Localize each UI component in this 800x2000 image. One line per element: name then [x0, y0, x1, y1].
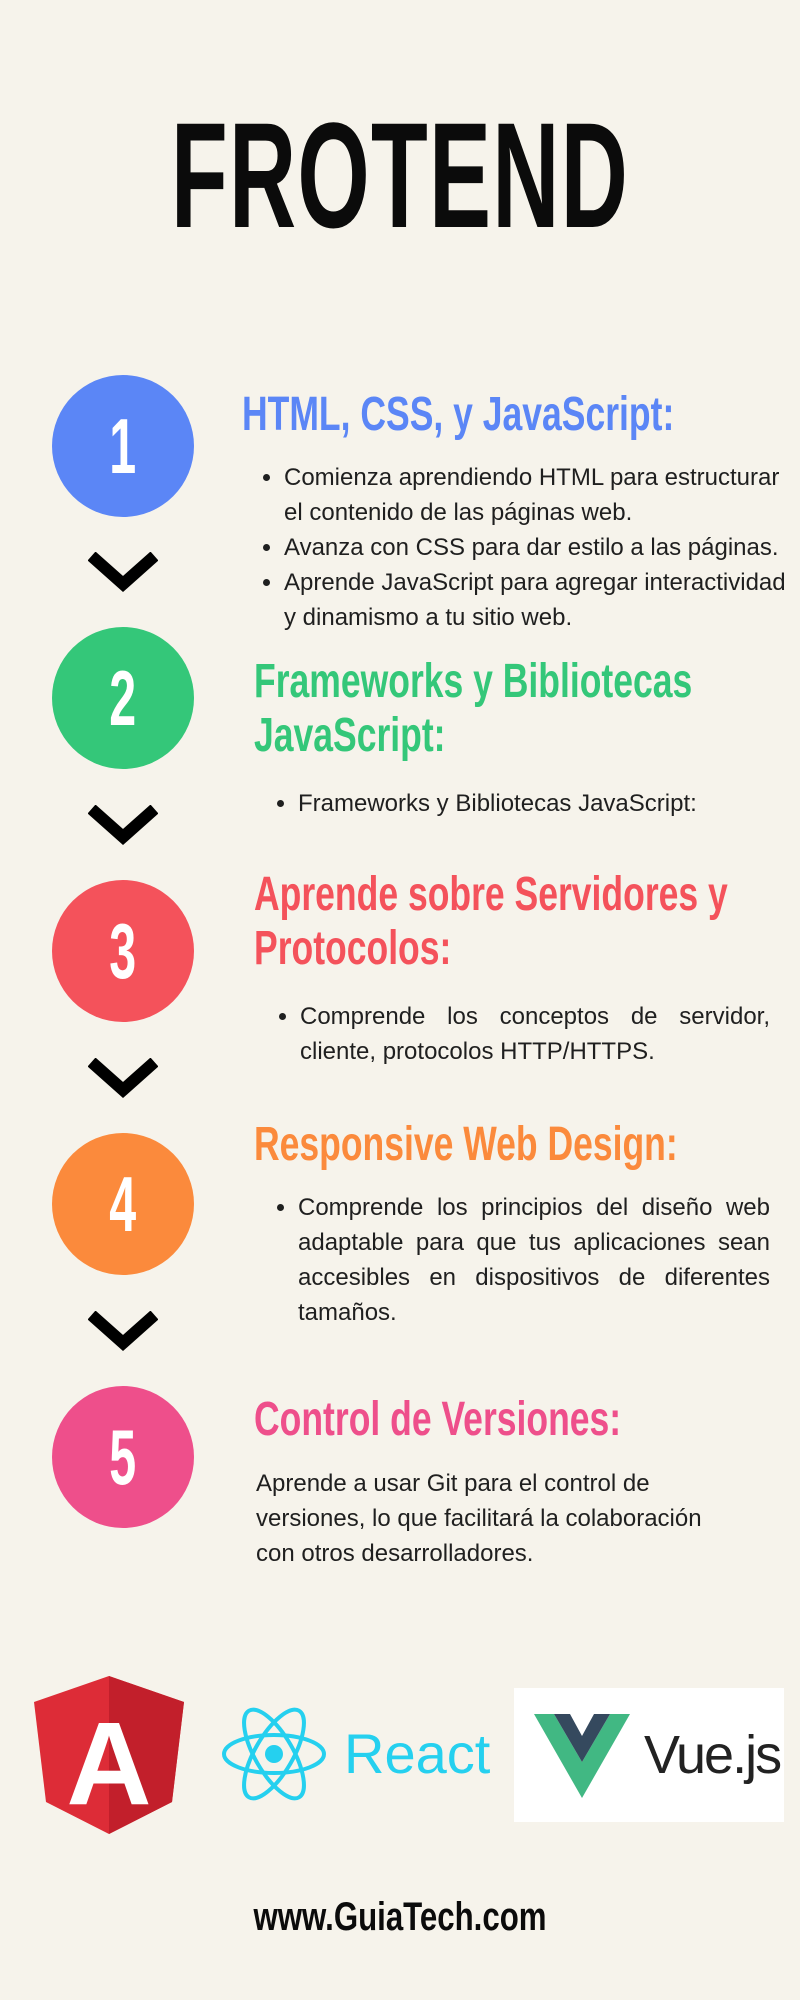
step-4-list: Comprende los principios del diseño web …: [276, 1190, 770, 1330]
step-3-heading-line1: Aprende sobre Servidores y: [254, 868, 728, 921]
react-logo-icon: [222, 1707, 326, 1801]
footer-website: www.GuiaTech.com: [253, 1895, 547, 1939]
step-2-heading: Frameworks y Bibliotecas JavaScript:: [254, 655, 692, 763]
step-4-number: 4: [109, 1160, 137, 1248]
step-1-number: 1: [109, 402, 137, 490]
angular-logo: A: [34, 1676, 184, 1834]
step-2-heading-line1: Frameworks y Bibliotecas: [254, 655, 693, 708]
list-item: Aprende JavaScript para agregar interact…: [284, 565, 800, 635]
chevron-down-icon: [88, 552, 158, 593]
step-3-list: Comprende los conceptos de servidor, cli…: [278, 999, 770, 1069]
step-2-heading-line2: JavaScript:: [254, 709, 446, 762]
step-3-heading: Aprende sobre Servidores y Protocolos:: [254, 868, 728, 976]
list-item: Frameworks y Bibliotecas JavaScript:: [298, 786, 798, 821]
chevron-down-icon: [88, 1311, 158, 1352]
step-5-paragraph: Aprende a usar Git para el control de ve…: [256, 1470, 702, 1567]
step-3-circle: 3: [52, 880, 194, 1022]
step-5-heading: Control de Versiones:: [254, 1393, 622, 1446]
chevron-down-icon: [88, 805, 158, 846]
list-item: Avanza con CSS para dar estilo a las pág…: [284, 530, 800, 565]
step-1-circle: 1: [52, 375, 194, 517]
step-2-circle: 2: [52, 627, 194, 769]
step-5-circle: 5: [52, 1386, 194, 1528]
list-item: Comprende los principios del diseño web …: [298, 1190, 770, 1330]
page-title: FROTEND: [170, 91, 630, 259]
angular-logo-letter: A: [66, 1698, 151, 1830]
vue-logo-icon: [534, 1714, 630, 1798]
step-3-number: 3: [109, 907, 137, 995]
step-4-circle: 4: [52, 1133, 194, 1275]
step-5-number: 5: [109, 1413, 137, 1501]
step-1-heading: HTML, CSS, y JavaScript:: [242, 388, 675, 441]
step-2-number: 2: [109, 654, 137, 742]
vue-logo-label: Vue.js: [644, 1725, 782, 1785]
step-2-list: Frameworks y Bibliotecas JavaScript:: [276, 786, 798, 821]
step-4-heading: Responsive Web Design:: [254, 1118, 678, 1171]
step-1-list: Comienza aprendiendo HTML para estructur…: [262, 460, 800, 635]
step-3-heading-line2: Protocolos:: [254, 922, 452, 975]
list-item: Comprende los conceptos de servidor, cli…: [300, 999, 770, 1069]
vue-logo: Vue.js: [514, 1688, 784, 1822]
chevron-down-icon: [88, 1058, 158, 1099]
react-logo-label: React: [344, 1722, 491, 1785]
list-item: Comienza aprendiendo HTML para estructur…: [284, 460, 800, 530]
